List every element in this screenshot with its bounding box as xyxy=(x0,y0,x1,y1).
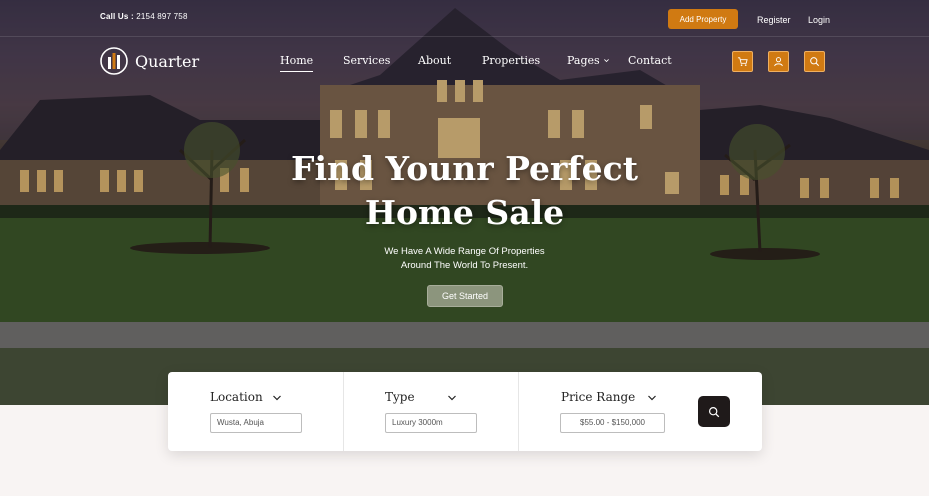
location-input[interactable]: Wusta, Abuja xyxy=(210,413,302,433)
hero-title-line-1: Find Younr Perfect xyxy=(291,149,638,188)
cart-button[interactable] xyxy=(732,51,753,72)
get-started-button[interactable]: Get Started xyxy=(427,285,503,307)
nav-pages-label: Pages xyxy=(567,54,600,67)
nav-services[interactable]: Services xyxy=(343,54,390,67)
nav-contact-label: Contact xyxy=(628,54,672,67)
login-link[interactable]: Login xyxy=(808,15,830,25)
type-label: Type xyxy=(385,390,415,404)
cart-icon xyxy=(737,57,748,66)
search-submit-button[interactable] xyxy=(698,396,730,427)
nav-home-label: Home xyxy=(280,54,314,67)
call-number[interactable]: 2154 897 758 xyxy=(136,12,187,21)
nav-home[interactable]: Home xyxy=(280,54,314,72)
nav-pages[interactable]: Pages xyxy=(567,54,610,67)
type-field: Type Luxury 3000m xyxy=(344,372,518,451)
top-bar: Call Us : 2154 897 758 Add Property Regi… xyxy=(0,0,929,36)
hero-title: Find Younr Perfect Home Sale xyxy=(0,147,929,235)
nav-about-label: About xyxy=(418,54,452,67)
search-icon xyxy=(810,57,820,67)
chevron-down-icon xyxy=(603,59,609,63)
register-link[interactable]: Register xyxy=(757,15,791,25)
price-range-label: Price Range xyxy=(561,390,636,404)
location-field: Location Wusta, Abuja xyxy=(168,372,343,451)
call-label: Call Us : xyxy=(100,12,134,21)
hero-subtitle-line-1: We Have A Wide Range Of Properties xyxy=(384,246,545,257)
price-chevron-down-icon[interactable] xyxy=(647,393,657,403)
hero-subtitle-line-2: Around The World To Present. xyxy=(400,260,529,271)
nav-properties-label: Properties xyxy=(482,54,541,67)
nav-services-label: Services xyxy=(343,54,391,67)
type-chevron-down-icon[interactable] xyxy=(447,393,457,403)
price-range-input[interactable]: $55.00 - $150,000 xyxy=(560,413,665,433)
header-search-button[interactable] xyxy=(804,51,825,72)
location-chevron-down-icon[interactable] xyxy=(272,393,282,403)
nav-properties[interactable]: Properties xyxy=(482,54,540,67)
search-icon xyxy=(708,406,720,417)
type-input[interactable]: Luxury 3000m xyxy=(385,413,477,433)
nav-contact[interactable]: Contact xyxy=(628,54,672,67)
user-button[interactable] xyxy=(768,51,789,72)
main-nav: Home Services About Properties Pages Con… xyxy=(0,54,929,74)
call-us: Call Us : 2154 897 758 xyxy=(100,12,188,21)
hero-title-line-2: Home Sale xyxy=(364,193,565,232)
location-label: Location xyxy=(210,390,263,404)
property-search-card: Location Wusta, Abuja Type Luxury 3000m … xyxy=(168,372,762,451)
user-icon xyxy=(774,57,783,67)
hero-subtitle: We Have A Wide Range Of Properties Aroun… xyxy=(0,245,929,273)
add-property-button[interactable]: Add Property xyxy=(668,9,738,29)
nav-about[interactable]: About xyxy=(418,54,451,67)
top-bar-divider xyxy=(0,36,929,37)
